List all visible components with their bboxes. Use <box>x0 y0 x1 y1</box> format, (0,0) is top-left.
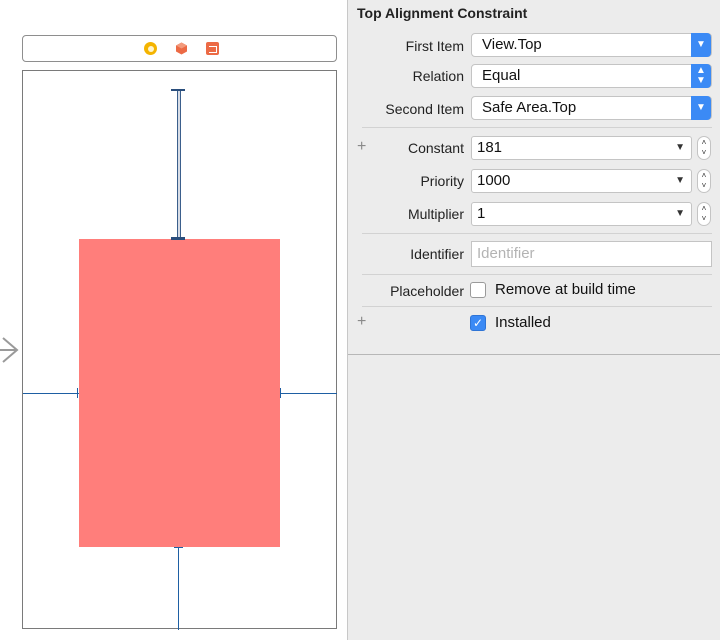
chevron-down-icon[interactable]: ▼ <box>691 96 711 120</box>
first-item-popup[interactable]: View.Top ▼ <box>471 33 712 57</box>
scene-dock <box>22 35 337 62</box>
inspector-divider <box>348 354 720 355</box>
priority-combo[interactable]: 1000 ▼ <box>471 169 692 193</box>
priority-label: Priority <box>420 173 464 189</box>
entry-point-arrow-icon <box>0 337 19 363</box>
view-controller-scene[interactable] <box>22 70 337 630</box>
separator <box>362 127 712 128</box>
installed-checkbox[interactable]: ✓ <box>470 315 486 331</box>
leading-constraint[interactable] <box>23 393 79 394</box>
constant-combo[interactable]: 181 ▼ <box>471 136 692 160</box>
size-inspector: Top Alignment Constraint First Item View… <box>347 0 720 640</box>
placeholder-label: Placeholder <box>390 283 464 299</box>
constant-label: Constant <box>407 140 464 156</box>
priority-value: 1000 <box>477 172 511 189</box>
chevron-down-icon[interactable]: ▼ <box>675 137 685 159</box>
identifier-label: Identifier <box>410 246 464 262</box>
add-variation-icon[interactable]: + <box>357 138 366 156</box>
trailing-constraint-cap <box>280 388 281 398</box>
second-item-popup[interactable]: Safe Area.Top ▼ <box>471 96 712 120</box>
inspector-title: Top Alignment Constraint <box>357 5 528 21</box>
identifier-field[interactable]: Identifier <box>471 241 712 267</box>
leading-constraint-cap <box>77 388 78 398</box>
multiplier-label: Multiplier <box>407 206 464 222</box>
bottom-constraint-cap <box>174 547 183 548</box>
relation-popup[interactable]: Equal ▲ ▼ <box>471 64 712 88</box>
remove-at-build-time-checkbox[interactable] <box>470 282 486 298</box>
relation-label: Relation <box>412 68 464 84</box>
separator <box>362 233 712 234</box>
remove-at-build-time-label[interactable]: Remove at build time <box>495 281 636 298</box>
add-variation-icon[interactable]: + <box>357 313 366 331</box>
installed-label[interactable]: Installed <box>495 314 551 331</box>
chevron-down-icon[interactable]: ▼ <box>691 33 711 57</box>
first-item-value: View.Top <box>482 36 542 53</box>
multiplier-combo[interactable]: 1 ▼ <box>471 202 692 226</box>
constant-stepper[interactable]: ˄ ˅ <box>697 136 711 160</box>
second-item-label: Second Item <box>385 101 464 117</box>
storyboard-canvas <box>0 0 347 640</box>
top-constraint-selected[interactable] <box>177 90 181 239</box>
multiplier-value: 1 <box>477 205 486 222</box>
priority-stepper[interactable]: ˄ ˅ <box>697 169 711 193</box>
trailing-constraint[interactable] <box>280 393 337 394</box>
second-item-value: Safe Area.Top <box>482 99 577 116</box>
first-item-label: First Item <box>405 38 464 54</box>
top-constraint-cap <box>171 237 185 240</box>
red-subview[interactable] <box>79 239 280 547</box>
view-controller-icon[interactable] <box>144 42 157 55</box>
separator <box>362 306 712 307</box>
exit-icon[interactable] <box>206 42 219 55</box>
first-responder-icon[interactable] <box>175 42 188 55</box>
separator <box>362 274 712 275</box>
top-constraint-cap <box>171 89 185 91</box>
multiplier-stepper[interactable]: ˄ ˅ <box>697 202 711 226</box>
up-down-chevron-icon[interactable]: ▲ ▼ <box>691 64 711 88</box>
bottom-constraint[interactable] <box>178 548 179 630</box>
chevron-down-icon[interactable]: ▼ <box>675 203 685 225</box>
relation-value: Equal <box>482 67 521 84</box>
chevron-down-icon[interactable]: ▼ <box>675 170 685 192</box>
constant-value: 181 <box>477 139 503 156</box>
